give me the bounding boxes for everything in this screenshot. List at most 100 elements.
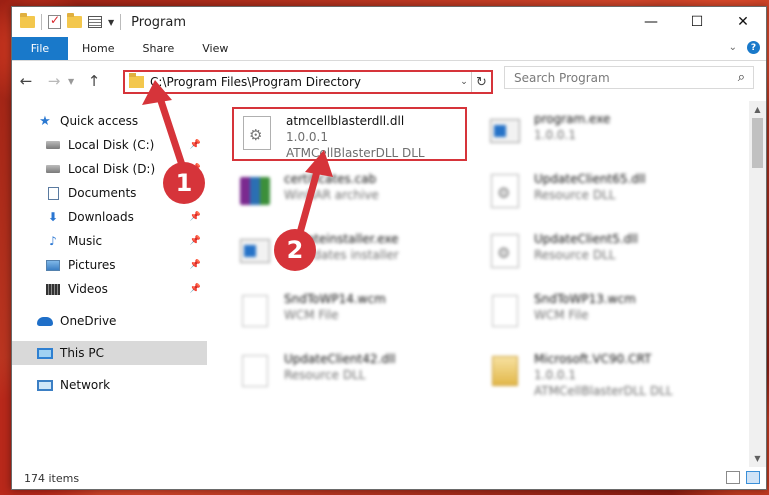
sidebar-item-label: This PC bbox=[60, 346, 104, 360]
details-view-icon[interactable] bbox=[726, 471, 740, 484]
help-icon[interactable]: ? bbox=[747, 41, 760, 54]
scroll-up-icon[interactable]: ▲ bbox=[749, 101, 766, 118]
sidebar-item-onedrive[interactable]: OneDrive bbox=[12, 309, 207, 333]
file-tile[interactable]: certificates.cab WinRAR archive bbox=[232, 167, 472, 225]
step-1-badge: 1 bbox=[163, 162, 205, 204]
archive-file-icon bbox=[232, 167, 278, 215]
expand-ribbon-chevron-icon[interactable]: ⌄ bbox=[729, 42, 737, 53]
tab-view[interactable]: View bbox=[188, 37, 242, 60]
sidebar-item-this-pc[interactable]: This PC bbox=[12, 341, 207, 365]
recent-locations-chevron-icon[interactable]: ▼ bbox=[68, 77, 80, 86]
sidebar-item-downloads[interactable]: ⬇ Downloads 📌 bbox=[12, 205, 207, 229]
file-tile-atmcellblasterdll[interactable]: atmcellblasterdll.dll 1.0.0.1 ATMCellBla… bbox=[232, 107, 467, 161]
status-bar: 174 items bbox=[12, 467, 766, 489]
refresh-icon[interactable]: ↻ bbox=[471, 72, 491, 92]
close-button[interactable]: ✕ bbox=[720, 7, 766, 37]
file-type: Resource DLL bbox=[534, 248, 616, 262]
videos-icon bbox=[44, 282, 62, 296]
tiles-view-icon[interactable] bbox=[746, 471, 760, 484]
sidebar-item-pictures[interactable]: Pictures 📌 bbox=[12, 253, 207, 277]
file-tile[interactable]: program.exe 1.0.0.1 bbox=[482, 107, 722, 165]
toolbar-divider bbox=[120, 14, 122, 30]
tab-share[interactable]: Share bbox=[128, 37, 188, 60]
search-icon[interactable]: ⌕ bbox=[738, 70, 745, 85]
generic-file-icon bbox=[232, 287, 278, 335]
star-icon: ★ bbox=[39, 113, 51, 129]
file-name: UpdateClient5.dll bbox=[534, 232, 638, 246]
title-bar: ▼ Program — ☐ ✕ bbox=[12, 7, 766, 37]
file-name: UpdateClient42.dll bbox=[284, 352, 396, 366]
sidebar-item-label: Local Disk (D:) bbox=[68, 162, 156, 176]
scroll-down-icon[interactable]: ▼ bbox=[749, 450, 766, 467]
pin-icon[interactable]: 📌 bbox=[190, 140, 201, 150]
window-title: Program bbox=[131, 14, 187, 30]
file-tile[interactable]: SndToWP13.wcm WCM File bbox=[482, 287, 722, 345]
address-path[interactable]: C:\Program Files\Program Directory bbox=[150, 75, 457, 89]
sidebar-item-label: Quick access bbox=[60, 114, 139, 128]
vertical-scrollbar[interactable]: ▲ ▼ bbox=[749, 101, 766, 467]
pin-icon[interactable]: 📌 bbox=[190, 212, 201, 222]
sidebar-item-videos[interactable]: Videos 📌 bbox=[12, 277, 207, 301]
file-name: certificates.cab bbox=[284, 172, 377, 186]
file-tile-text: Microsoft.VC90.CRT 1.0.0.1 ATMCellBlaste… bbox=[534, 347, 673, 399]
step-2-badge: 2 bbox=[274, 229, 316, 271]
address-chevron-down-icon[interactable]: ⌄ bbox=[457, 77, 471, 87]
manifest-file-icon bbox=[482, 347, 528, 395]
dll-file-icon bbox=[482, 167, 528, 215]
file-version: 1.0.0.1 bbox=[286, 130, 328, 144]
pin-icon[interactable]: 📌 bbox=[190, 260, 201, 270]
customize-toolbar-chevron-icon[interactable]: ▼ bbox=[108, 18, 114, 27]
ribbon-tabs: File Home Share View ⌄ ? bbox=[12, 37, 766, 61]
item-count: 174 items bbox=[24, 471, 80, 485]
file-name: Microsoft.VC90.CRT bbox=[534, 352, 652, 366]
file-tile-text: program.exe 1.0.0.1 bbox=[534, 107, 610, 143]
sidebar-item-label: Downloads bbox=[68, 210, 134, 224]
sidebar-item-local-disk-c[interactable]: Local Disk (C:) 📌 bbox=[12, 133, 207, 157]
ribbon-right-controls: ⌄ ? bbox=[729, 41, 760, 54]
file-tile[interactable]: UpdateClient42.dll Resource DLL bbox=[232, 347, 472, 405]
exe-file-icon bbox=[482, 107, 528, 155]
file-type: Resource DLL bbox=[534, 188, 616, 202]
disk-icon bbox=[44, 162, 62, 176]
downloads-icon: ⬇ bbox=[47, 210, 59, 224]
back-arrow-icon[interactable]: ← bbox=[12, 72, 40, 90]
sidebar-item-quick-access[interactable]: ★ Quick access bbox=[12, 109, 207, 133]
file-tile-text: UpdateClient42.dll Resource DLL bbox=[284, 347, 396, 383]
properties-check-icon[interactable] bbox=[48, 13, 61, 29]
file-tile[interactable]: Microsoft.VC90.CRT 1.0.0.1 ATMCellBlaste… bbox=[482, 347, 722, 405]
file-tile[interactable]: UpdateClient5.dll Resource DLL bbox=[482, 227, 722, 285]
sidebar-item-label: Videos bbox=[68, 282, 108, 296]
tab-home[interactable]: Home bbox=[68, 37, 128, 60]
pin-icon[interactable]: 📌 bbox=[190, 284, 201, 294]
file-name: atmcellblasterdll.dll bbox=[286, 114, 405, 128]
file-tile[interactable]: UpdateClient65.dll Resource DLL bbox=[482, 167, 722, 225]
pin-icon[interactable]: 📌 bbox=[190, 236, 201, 246]
file-tile-text: SndToWP13.wcm WCM File bbox=[534, 287, 636, 323]
search-input[interactable]: Search Program ⌕ bbox=[504, 66, 754, 89]
file-tile-text: certificates.cab WinRAR archive bbox=[284, 167, 379, 203]
disk-icon bbox=[44, 138, 62, 152]
quick-access-toolbar: ▼ bbox=[12, 13, 122, 30]
maximize-button[interactable]: ☐ bbox=[674, 7, 720, 37]
sidebar-item-label: Local Disk (C:) bbox=[68, 138, 155, 152]
tab-file[interactable]: File bbox=[12, 37, 68, 60]
new-folder-icon[interactable] bbox=[67, 13, 82, 28]
sidebar-item-music[interactable]: ♪ Music 📌 bbox=[12, 229, 207, 253]
scrollbar-thumb[interactable] bbox=[752, 118, 763, 168]
file-type: WCM File bbox=[284, 308, 339, 322]
view-toggle bbox=[726, 471, 760, 484]
file-description: ATMCellBlasterDLL DLL bbox=[286, 146, 425, 160]
network-icon bbox=[36, 378, 54, 392]
properties-icon[interactable] bbox=[88, 16, 102, 28]
file-tile-text: UpdateClient65.dll Resource DLL bbox=[534, 167, 646, 203]
address-bar[interactable]: C:\Program Files\Program Directory ⌄ ↻ bbox=[123, 70, 493, 94]
sidebar-item-network[interactable]: Network bbox=[12, 373, 207, 397]
minimize-button[interactable]: — bbox=[628, 7, 674, 37]
up-arrow-icon[interactable]: ↑ bbox=[80, 72, 108, 90]
file-tile[interactable]: updateinstaller.exe Pi updates installer bbox=[232, 227, 472, 285]
sidebar-item-label: OneDrive bbox=[60, 314, 117, 328]
forward-arrow-icon[interactable]: → bbox=[40, 72, 68, 90]
file-tile[interactable]: SndToWP14.wcm WCM File bbox=[232, 287, 472, 345]
